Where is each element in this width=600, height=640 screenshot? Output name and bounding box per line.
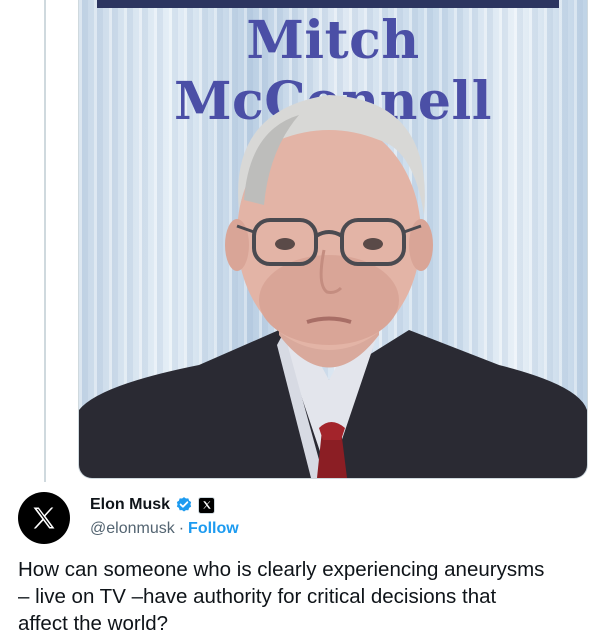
x-affiliation-icon[interactable]	[198, 496, 216, 514]
tweet-text-line: affect the world?	[18, 612, 169, 635]
verified-badge-icon	[176, 497, 192, 512]
tweet-text-line: – live on TV –have authority for critica…	[18, 585, 497, 608]
x-logo-icon	[33, 507, 55, 529]
thread-connector-line	[44, 0, 46, 482]
separator-dot: ·	[178, 520, 185, 537]
tweet-author-row: Elon Musk @elonmusk · Follow	[18, 492, 588, 552]
author-name[interactable]: Elon Musk	[90, 496, 170, 514]
avatar[interactable]	[18, 492, 70, 544]
tweet-media-image[interactable]: Mitch McConnell	[78, 0, 588, 479]
author-handle[interactable]: @elonmusk	[90, 520, 175, 538]
portrait-illustration	[79, 95, 587, 478]
tweet-body: How can someone who is clearly experienc…	[18, 556, 588, 637]
follow-button[interactable]: Follow	[188, 520, 239, 538]
tweet-text-line: How can someone who is clearly experienc…	[18, 558, 545, 581]
